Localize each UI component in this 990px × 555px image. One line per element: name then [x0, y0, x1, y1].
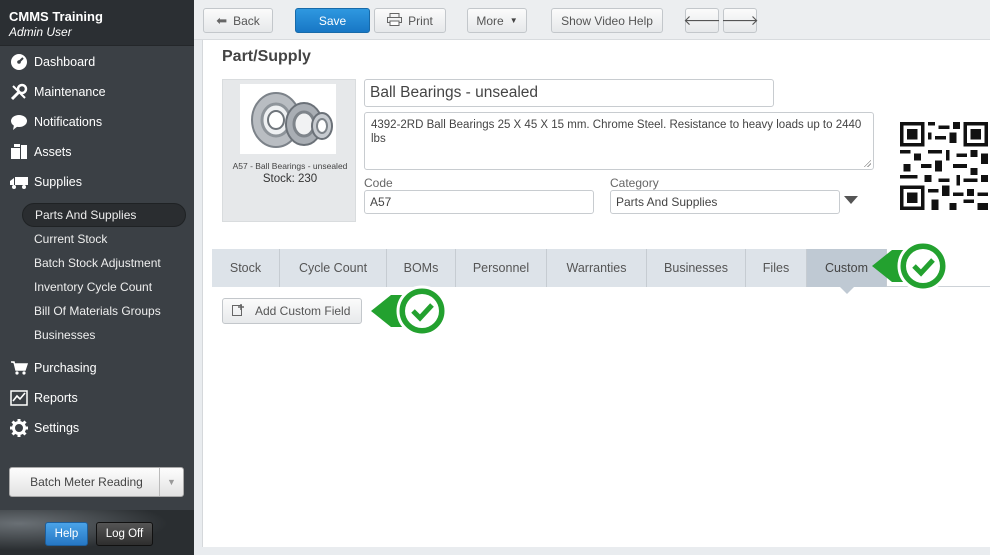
sidebar-item-parts-and-supplies[interactable]: Parts And Supplies [22, 203, 186, 227]
sidebar-item-batch-stock-adjustment[interactable]: Batch Stock Adjustment [22, 251, 186, 275]
truck-icon [9, 173, 29, 191]
tab-warranties[interactable]: Warranties [547, 249, 647, 287]
image-caption: A57 - Ball Bearings - unsealed [232, 161, 348, 171]
sidebar-item-bom-groups[interactable]: Bill Of Materials Groups [22, 299, 186, 323]
sidebar-item-businesses[interactable]: Businesses [22, 323, 186, 347]
dashboard-gauge-icon [9, 53, 29, 71]
tab-boms[interactable]: BOMs [387, 249, 456, 287]
description-textarea[interactable]: 4392-2RD Ball Bearings 25 X 45 X 15 mm. … [364, 112, 874, 170]
main-panel: Part/Supply A57 - Ball Bearings - unseal… [202, 40, 990, 547]
nav-supplies[interactable]: Supplies [0, 169, 194, 195]
back-label: Back [233, 13, 260, 28]
nav-label: Dashboard [34, 55, 96, 69]
sidebar-item-current-stock[interactable]: Current Stock [22, 227, 186, 251]
sidebar-header: CMMS Training Admin User [0, 0, 194, 46]
help-button[interactable]: Help [45, 522, 88, 546]
checkmark-callout-icon [872, 240, 948, 292]
caret-down-icon: ▼ [509, 16, 518, 25]
boxes-icon [9, 143, 29, 161]
more-label: More [476, 13, 504, 28]
user-name: Admin User [9, 25, 72, 39]
code-field[interactable]: A57 [364, 190, 594, 214]
checkmark-callout-icon [371, 285, 447, 337]
nav-settings[interactable]: Settings [0, 415, 194, 441]
page-title: Part/Supply [222, 48, 311, 65]
resize-grip-icon[interactable] [863, 159, 871, 167]
arrow-left-icon: ⬅ [216, 12, 228, 28]
arrow-right-icon: 🡒 [721, 12, 759, 28]
add-field-label: Add Custom Field [255, 304, 351, 318]
add-field-icon [232, 303, 245, 319]
sidebar: CMMS Training Admin User Dashboard Maint… [0, 0, 194, 555]
active-tab-pointer [840, 287, 854, 294]
batch-select-label: Batch Meter Reading [30, 475, 143, 489]
chart-icon [9, 389, 29, 407]
stock-count: Stock: 230 [262, 173, 318, 185]
description-text: 4392-2RD Ball Bearings 25 X 45 X 15 mm. … [371, 119, 862, 145]
nav-label: Reports [34, 391, 78, 405]
tab-stock[interactable]: Stock [212, 249, 280, 287]
ball-bearings-image[interactable] [240, 84, 336, 154]
wrench-icon [9, 83, 29, 101]
category-label: Category [610, 176, 659, 190]
qr-code-icon [900, 122, 988, 210]
nav-label: Notifications [34, 115, 103, 129]
save-button[interactable]: Save [295, 8, 370, 33]
tab-cycle-count[interactable]: Cycle Count [280, 249, 387, 287]
tab-files[interactable]: Files [746, 249, 807, 287]
nav-dashboard[interactable]: Dashboard [0, 49, 194, 75]
tab-businesses[interactable]: Businesses [647, 249, 746, 287]
nav-maintenance[interactable]: Maintenance [0, 79, 194, 105]
sidebar-footer: Help Log Off [0, 510, 194, 555]
printer-icon [387, 12, 403, 29]
batch-meter-reading-select[interactable]: Batch Meter Reading ▼ [9, 467, 184, 497]
back-button[interactable]: ⬅ Back [203, 8, 273, 33]
arrow-left-icon: 🡐 [683, 12, 721, 28]
log-off-button[interactable]: Log Off [96, 522, 153, 546]
nav-label: Settings [34, 421, 80, 435]
gear-icon [9, 419, 29, 437]
speech-bubble-icon [9, 113, 29, 131]
show-video-help-button[interactable]: Show Video Help [551, 8, 663, 33]
previous-record-button[interactable]: 🡐 [683, 8, 721, 33]
next-record-button[interactable]: 🡒 [721, 8, 759, 33]
toolbar: ⬅ Back Save Print More ▼ Show Video Help… [194, 0, 990, 40]
add-custom-field-button[interactable]: Add Custom Field [222, 298, 362, 324]
part-image-box: A57 - Ball Bearings - unsealed Stock: 23… [222, 79, 356, 222]
app-title: CMMS Training [9, 9, 103, 24]
print-label: Print [408, 13, 433, 28]
code-label: Code [364, 176, 393, 190]
nav-label: Purchasing [34, 361, 97, 375]
tab-personnel[interactable]: Personnel [456, 249, 547, 287]
print-button[interactable]: Print [374, 8, 446, 33]
nav-purchasing[interactable]: Purchasing [0, 355, 194, 381]
caret-down-icon[interactable] [844, 196, 858, 204]
sidebar-item-inventory-cycle-count[interactable]: Inventory Cycle Count [22, 275, 186, 299]
nav-assets[interactable]: Assets [0, 139, 194, 165]
more-dropdown[interactable]: More ▼ [467, 8, 527, 33]
nav-reports[interactable]: Reports [0, 385, 194, 411]
nav-label: Supplies [34, 175, 82, 189]
cart-icon [9, 359, 29, 377]
nav-label: Maintenance [34, 85, 106, 99]
category-field[interactable]: Parts And Supplies [610, 190, 840, 214]
nav-notifications[interactable]: Notifications [0, 109, 194, 135]
part-name-input[interactable]: Ball Bearings - unsealed [364, 79, 774, 107]
nav-label: Assets [34, 145, 72, 159]
chevron-down-icon[interactable]: ▼ [159, 468, 183, 496]
